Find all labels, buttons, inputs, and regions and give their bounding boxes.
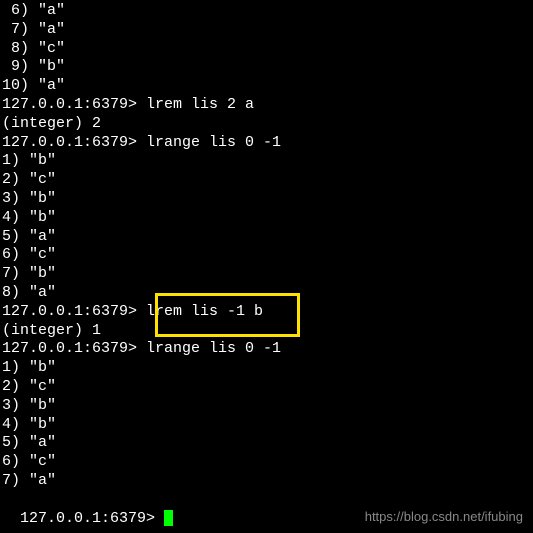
terminal-line: 127.0.0.1:6379> lrange lis 0 -1 [0, 134, 533, 153]
terminal-line: 5) "a" [0, 228, 533, 247]
terminal-line: 127.0.0.1:6379> lrem lis 2 a [0, 96, 533, 115]
terminal-line: 8) "a" [0, 284, 533, 303]
terminal-line: 10) "a" [0, 77, 533, 96]
terminal-line: 4) "b" [0, 416, 533, 435]
terminal-line: 3) "b" [0, 397, 533, 416]
terminal-line: (integer) 2 [0, 115, 533, 134]
terminal-line: 9) "b" [0, 58, 533, 77]
terminal-line: 4) "b" [0, 209, 533, 228]
terminal-line: 2) "c" [0, 171, 533, 190]
terminal-line: 1) "b" [0, 359, 533, 378]
terminal-line: 127.0.0.1:6379> lrem lis -1 b [0, 303, 533, 322]
terminal-line: 1) "b" [0, 152, 533, 171]
watermark-text: https://blog.csdn.net/ifubing [365, 508, 523, 527]
terminal-line: 8) "c" [0, 40, 533, 59]
terminal-line: 127.0.0.1:6379> lrange lis 0 -1 [0, 340, 533, 359]
terminal-line: 2) "c" [0, 378, 533, 397]
terminal-line: (integer) 1 [0, 322, 533, 341]
terminal-line: 6) "c" [0, 453, 533, 472]
terminal-line: 7) "b" [0, 265, 533, 284]
terminal-line: 5) "a" [0, 434, 533, 453]
terminal-line: 3) "b" [0, 190, 533, 209]
terminal-output: 6) "a" 7) "a" 8) "c" 9) "b"10) "a"127.0.… [0, 2, 533, 491]
cursor-icon [164, 510, 173, 526]
terminal-prompt-prefix: 127.0.0.1:6379> [20, 510, 164, 527]
terminal-line: 7) "a" [0, 472, 533, 491]
terminal-line: 7) "a" [0, 21, 533, 40]
terminal-line: 6) "c" [0, 246, 533, 265]
terminal-line: 6) "a" [0, 2, 533, 21]
